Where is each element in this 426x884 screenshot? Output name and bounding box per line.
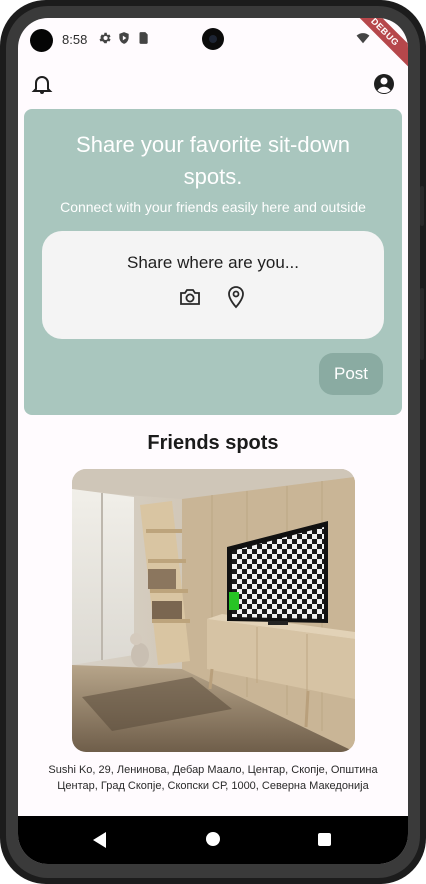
back-triangle-icon[interactable] — [92, 831, 108, 849]
status-time: 8:58 — [62, 32, 88, 47]
camera-icon[interactable] — [178, 285, 202, 309]
app-bar — [18, 68, 408, 104]
shield-icon — [119, 32, 129, 44]
punch-hole-camera — [30, 29, 53, 52]
phone-frame: 8:58 DEBUG Share your favorite sit-down … — [0, 0, 426, 884]
sim-card-icon — [139, 32, 148, 44]
notifications-bell-icon[interactable] — [30, 72, 54, 96]
share-hero-card: Share your favorite sit-down spots. Conn… — [24, 109, 402, 415]
location-pin-icon[interactable] — [224, 285, 248, 309]
status-bar: 8:58 DEBUG — [18, 18, 408, 70]
settings-icon — [99, 32, 111, 44]
power-button — [420, 288, 424, 360]
share-prompt: Share where are you... — [127, 253, 299, 272]
wifi-icon — [356, 33, 370, 44]
share-input-box[interactable]: Share where are you... — [42, 231, 384, 339]
hero-title: Share your favorite sit-down spots. — [76, 132, 350, 189]
friends-spots-title: Friends spots — [147, 432, 279, 454]
home-circle-icon[interactable] — [206, 832, 220, 846]
post-button[interactable]: Post — [319, 353, 383, 395]
recents-square-icon[interactable] — [318, 833, 331, 846]
hero-subtitle: Connect with your friends easily here an… — [60, 199, 366, 215]
spot-address: Sushi Ko, 29, Ленинова, Дебар Маало, Цен… — [48, 764, 378, 792]
account-circle-icon[interactable] — [372, 72, 396, 96]
room-photo — [72, 469, 355, 752]
volume-button — [420, 186, 424, 226]
friend-spot-photo[interactable] — [72, 469, 355, 752]
screen: 8:58 DEBUG Share your favorite sit-down … — [18, 18, 408, 864]
system-nav-bar — [18, 816, 408, 864]
front-camera — [202, 28, 224, 50]
